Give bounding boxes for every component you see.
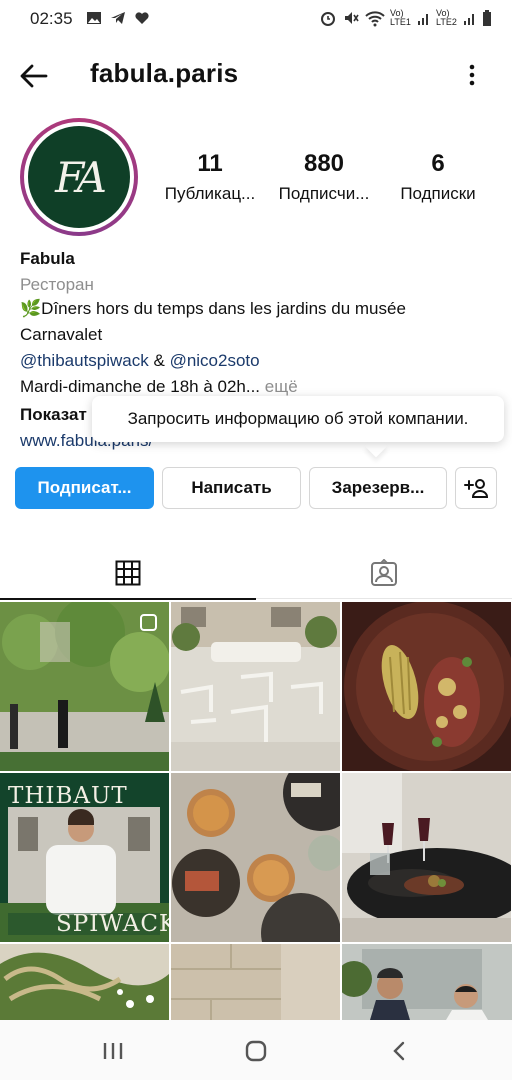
- gallery-icon: [87, 12, 101, 24]
- profile-description: 🌿Dîners hors du temps dans les jardins d…: [20, 299, 406, 344]
- telegram-icon: [111, 12, 125, 24]
- stat-posts[interactable]: 11 Публикац...: [151, 150, 269, 204]
- profile-category: Ресторан: [20, 275, 94, 294]
- status-bar: 02:35 Vo) LTE1 Vo) LTE2: [0, 0, 512, 38]
- avatar[interactable]: FA: [28, 126, 130, 228]
- tab-tagged[interactable]: [256, 548, 512, 599]
- stat-following[interactable]: 6 Подписки: [379, 150, 497, 204]
- mute-icon: [345, 12, 359, 24]
- mention-link-nico2soto[interactable]: @nico2soto: [170, 351, 260, 370]
- stat-following-count: 6: [431, 150, 445, 177]
- grid-post-3[interactable]: THIBAUT SPIWACK: [0, 773, 169, 942]
- grid-post-7[interactable]: [171, 944, 340, 1020]
- system-icons: Vo) LTE1 Vo) LTE2: [319, 9, 492, 27]
- tagged-icon: [371, 559, 397, 586]
- status-time: 02:35: [30, 9, 73, 28]
- add-person-button[interactable]: [455, 467, 497, 509]
- grid-post-1[interactable]: [171, 602, 340, 771]
- stat-following-label: Подписки: [400, 184, 476, 203]
- profile-username: fabula.paris: [90, 58, 239, 88]
- signal-icon: [418, 14, 428, 25]
- post-overlay-text-bottom: SPIWACK: [56, 911, 169, 937]
- back-arrow-icon[interactable]: [18, 60, 50, 92]
- battery-icon: [483, 10, 491, 26]
- mention-link-thibautspiwack[interactable]: @thibautspiwack: [20, 351, 149, 370]
- grid-post-5[interactable]: [342, 773, 511, 942]
- more-options-icon[interactable]: [460, 60, 484, 90]
- grid-post-4[interactable]: [171, 773, 340, 942]
- bio-more-link[interactable]: ещё: [260, 377, 298, 396]
- post-thumbnail: [0, 944, 169, 1020]
- post-thumbnail: [171, 944, 340, 1020]
- avatar-story-ring[interactable]: FA: [20, 118, 138, 236]
- stat-followers-count: 880: [303, 150, 345, 177]
- stat-followers-label: Подписчи...: [278, 184, 370, 203]
- message-button[interactable]: Написать: [162, 467, 301, 509]
- post-thumbnail: [342, 602, 511, 771]
- company-info-tooltip[interactable]: Запросить информацию об этой компании.: [92, 396, 504, 442]
- post-overlay-text-top: THIBAUT: [8, 783, 128, 809]
- system-navigation-bar: [0, 1020, 512, 1080]
- show-translation-label[interactable]: Показат: [20, 402, 87, 428]
- stat-posts-label: Публикац...: [164, 184, 256, 203]
- signal-icon: [464, 14, 474, 25]
- grid-icon: [115, 560, 141, 586]
- home-icon[interactable]: [244, 1040, 268, 1062]
- sim2-label: Vo) LTE2: [436, 8, 457, 27]
- post-thumbnail: [342, 944, 512, 1020]
- grid-post-2[interactable]: [342, 602, 511, 771]
- alarm-icon: [321, 12, 335, 26]
- follow-button[interactable]: Подписат...: [15, 467, 154, 509]
- back-nav-icon[interactable]: [390, 1040, 408, 1062]
- stat-followers[interactable]: 880 Подписчи...: [265, 150, 383, 204]
- recent-apps-icon[interactable]: [102, 1041, 124, 1061]
- sim1-label: Vo) LTE1: [390, 8, 411, 27]
- profile-name: Fabula: [20, 249, 75, 268]
- heart-icon: [135, 12, 149, 24]
- notification-icons: [86, 10, 150, 26]
- wifi-icon: [365, 11, 385, 27]
- post-thumbnail: [342, 773, 511, 942]
- avatar-ring-gap: FA: [24, 122, 134, 232]
- add-person-icon: [464, 479, 489, 498]
- post-thumbnail: [0, 602, 169, 771]
- profile-mentions: @thibautspiwack & @nico2soto: [20, 348, 260, 374]
- reserve-button[interactable]: Зарезерв...: [309, 467, 447, 509]
- grid-post-6[interactable]: [0, 944, 169, 1020]
- grid-post-8[interactable]: [342, 944, 512, 1020]
- mention-separator: &: [148, 351, 170, 370]
- post-thumbnail: [171, 602, 340, 771]
- tab-posts-grid[interactable]: [0, 548, 256, 600]
- grid-post-0[interactable]: [0, 602, 169, 771]
- post-thumbnail: [171, 773, 340, 942]
- stat-posts-count: 11: [197, 150, 223, 177]
- hours-text: Mardi-dimanche de 18h à 02h...: [20, 377, 261, 396]
